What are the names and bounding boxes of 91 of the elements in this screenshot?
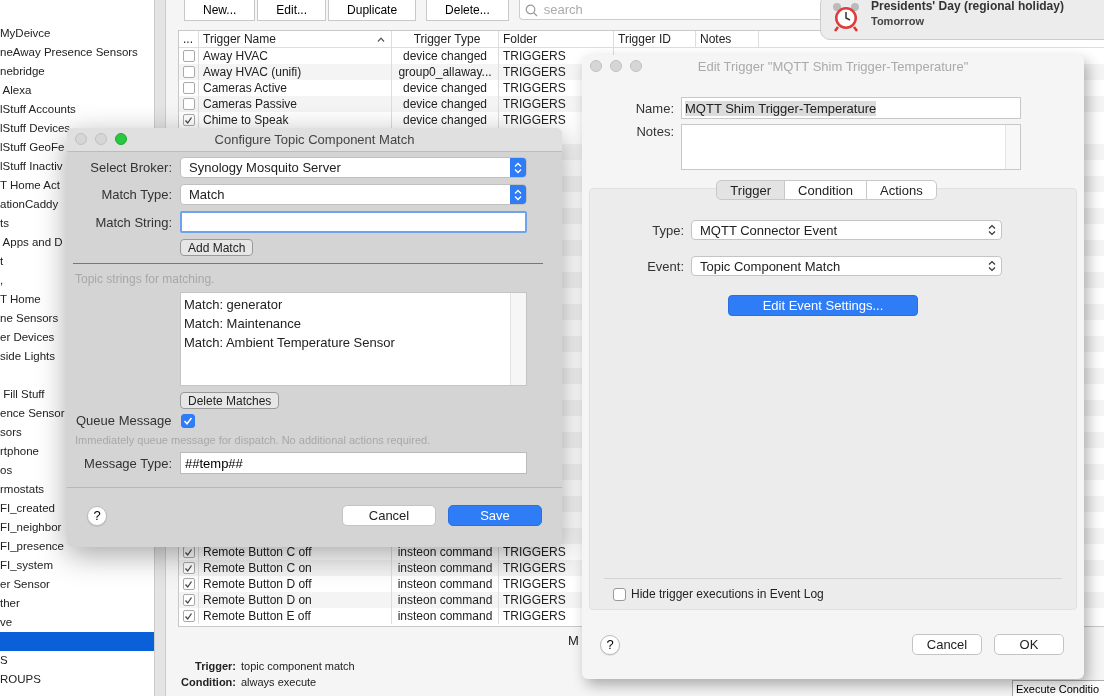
field-label: Select Broker: bbox=[89, 160, 172, 175]
help-button[interactable]: ? bbox=[600, 634, 620, 655]
sidebar-item[interactable]: er Sensor bbox=[0, 575, 154, 594]
enable-checkbox[interactable] bbox=[182, 66, 195, 78]
field-label: Message Type: bbox=[83, 455, 172, 471]
up-down-arrows-icon bbox=[988, 260, 996, 272]
match-item[interactable]: Match: Maintenance bbox=[181, 314, 510, 333]
match-string-field[interactable] bbox=[180, 211, 527, 233]
detail-value: topic component match bbox=[241, 660, 355, 672]
sidebar-item[interactable]: S bbox=[0, 651, 154, 670]
close-icon[interactable] bbox=[75, 133, 87, 145]
enable-checkbox[interactable] bbox=[182, 114, 195, 126]
enable-checkbox[interactable] bbox=[182, 562, 195, 574]
toolbar-button[interactable]: Duplicate bbox=[328, 0, 417, 21]
zoom-icon[interactable] bbox=[115, 133, 127, 145]
enable-checkbox[interactable] bbox=[182, 98, 195, 110]
dialog-button[interactable]: Save bbox=[448, 505, 542, 526]
up-down-arrows-icon bbox=[514, 161, 522, 174]
notification-subtitle: Tomorrow bbox=[871, 14, 925, 29]
enable-checkbox[interactable] bbox=[182, 50, 195, 62]
dialog-button[interactable]: OK bbox=[994, 634, 1064, 655]
alarm-clock-icon bbox=[831, 2, 861, 32]
scroll-bar[interactable] bbox=[510, 293, 526, 385]
match-item[interactable]: Match: Ambient Temperature Sensor bbox=[181, 333, 510, 352]
queue-checkbox[interactable] bbox=[181, 413, 196, 428]
tab[interactable]: Trigger bbox=[716, 180, 786, 200]
column-header[interactable]: ... bbox=[179, 31, 199, 47]
notification-title: Presidents' Day (regional holiday) bbox=[871, 0, 1064, 13]
table-cell: insteon command bbox=[392, 608, 499, 624]
sidebar-item[interactable]: neAway Presence Sensors bbox=[0, 43, 154, 62]
checkbox-label: Hide trigger executions in Event Log bbox=[631, 587, 824, 601]
hide-executions-checkbox[interactable] bbox=[613, 587, 626, 601]
sidebar-item[interactable]: nebridge bbox=[0, 62, 154, 81]
enable-checkbox[interactable] bbox=[182, 594, 195, 606]
broker-dropdown[interactable]: Synology Mosquito Server bbox=[180, 157, 527, 178]
field-label: Type: bbox=[651, 222, 684, 238]
enable-checkbox[interactable] bbox=[182, 578, 195, 590]
sidebar-item[interactable]: MyDeivce bbox=[0, 24, 154, 43]
partial-label: M bbox=[568, 633, 579, 648]
field-label: Match Type: bbox=[100, 187, 172, 202]
up-down-arrows-icon bbox=[988, 224, 996, 236]
name-field[interactable]: MQTT Shim Trigger-Temperature bbox=[681, 97, 1021, 119]
detail-label: Condition: bbox=[180, 676, 236, 688]
window-title: Edit Trigger "MQTT Shim Trigger-Temperature" bbox=[697, 59, 969, 74]
tab[interactable]: Condition bbox=[784, 180, 867, 200]
sidebar-item[interactable]: lStuff Accounts bbox=[0, 100, 154, 119]
match-item[interactable]: Match: generator bbox=[181, 295, 510, 314]
sidebar-item[interactable]: ther bbox=[0, 594, 154, 613]
event-dropdown[interactable]: Topic Component Match bbox=[691, 256, 1002, 276]
toolbar-button[interactable]: Edit... bbox=[257, 0, 327, 21]
tab[interactable]: Actions bbox=[866, 180, 937, 200]
up-down-arrows-icon bbox=[514, 188, 522, 201]
enable-checkbox[interactable] bbox=[182, 82, 195, 94]
enable-checkbox[interactable] bbox=[182, 610, 195, 622]
minimize-icon[interactable] bbox=[95, 133, 107, 145]
queue-message-label: Queue Message bbox=[76, 413, 172, 428]
dialog-button[interactable]: Cancel bbox=[342, 505, 436, 526]
add-match-button[interactable]: Add Match bbox=[180, 239, 254, 256]
detail-value: always execute bbox=[241, 676, 317, 688]
match-type-dropdown[interactable]: Match bbox=[180, 184, 527, 205]
execute-condition-button[interactable]: Execute Conditio bbox=[1012, 680, 1104, 696]
notes-field[interactable] bbox=[681, 124, 1021, 170]
sidebar-item[interactable]: FI_system bbox=[0, 556, 154, 575]
column-header[interactable]: Trigger ID bbox=[614, 31, 696, 47]
toolbar-button[interactable]: Delete... bbox=[426, 0, 509, 21]
sidebar-item[interactable]: ROUPS bbox=[0, 670, 154, 689]
zoom-icon[interactable] bbox=[630, 60, 642, 72]
field-label: Notes: bbox=[635, 124, 674, 139]
column-header[interactable]: Trigger Name bbox=[199, 31, 392, 47]
sidebar-item[interactable]: Alexa bbox=[0, 81, 154, 100]
notification-banner[interactable]: Presidents' Day (regional holiday) Tomorrow bbox=[820, 0, 1104, 40]
help-button[interactable]: ? bbox=[87, 505, 107, 526]
table-cell: Remote Button E off bbox=[199, 608, 392, 624]
close-icon[interactable] bbox=[590, 60, 602, 72]
sidebar-item[interactable]: ve bbox=[0, 613, 154, 632]
type-dropdown[interactable]: MQTT Connector Event bbox=[691, 220, 1002, 240]
column-header[interactable]: Notes bbox=[696, 31, 759, 47]
field-label: Match String: bbox=[94, 214, 172, 230]
sort-caret-icon bbox=[377, 36, 385, 42]
field-label: Event: bbox=[646, 258, 684, 274]
delete-matches-button[interactable]: Delete Matches bbox=[180, 392, 280, 409]
column-header[interactable]: Trigger Type bbox=[392, 31, 499, 47]
window-title: Configure Topic Component Match bbox=[214, 132, 415, 147]
column-header[interactable]: Folder bbox=[499, 31, 614, 47]
detail-label: Trigger: bbox=[194, 660, 236, 672]
dialog-button[interactable]: Cancel bbox=[912, 634, 982, 655]
message-type-field[interactable]: ##temp## bbox=[180, 452, 527, 474]
minimize-icon[interactable] bbox=[610, 60, 622, 72]
field-label: Name: bbox=[634, 100, 674, 116]
toolbar-button[interactable]: New... bbox=[184, 0, 256, 21]
edit-event-settings-button[interactable]: Edit Event Settings... bbox=[728, 295, 918, 316]
